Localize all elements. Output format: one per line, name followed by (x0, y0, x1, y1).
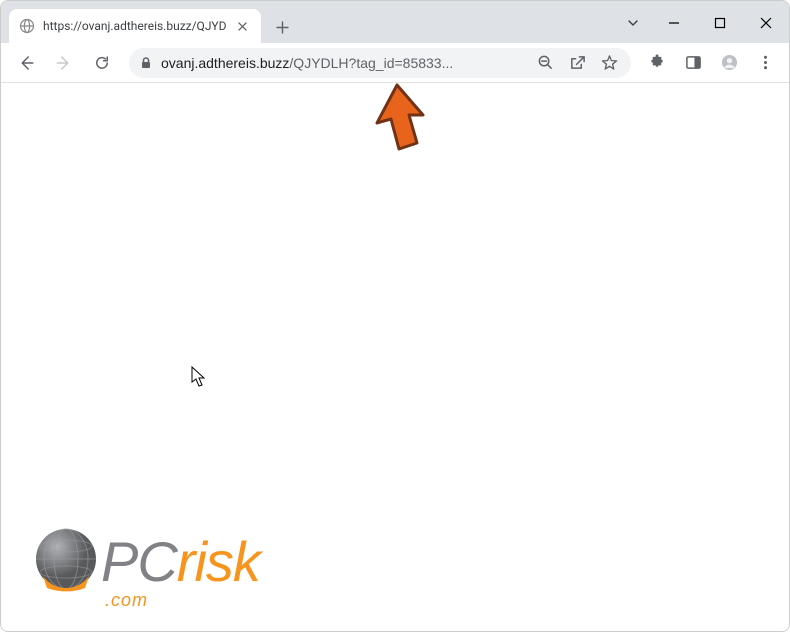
zoom-icon[interactable] (533, 51, 557, 75)
minimize-button[interactable] (651, 7, 697, 39)
close-tab-button[interactable] (235, 18, 251, 34)
side-panel-button[interactable] (677, 47, 709, 79)
globe-icon (19, 18, 35, 34)
new-tab-button[interactable] (269, 13, 297, 41)
bookmark-star-icon[interactable] (597, 51, 621, 75)
lock-icon[interactable] (139, 56, 153, 70)
address-bar[interactable]: ovanj.adthereis.buzz/QJYDLH?tag_id=85833… (129, 48, 631, 78)
titlebar: https://ovanj.adthereis.buzz/QJYD (1, 1, 789, 43)
active-tab[interactable]: https://ovanj.adthereis.buzz/QJYD (9, 9, 261, 43)
maximize-button[interactable] (697, 7, 743, 39)
back-button[interactable] (9, 47, 43, 79)
tab-title: https://ovanj.adthereis.buzz/QJYD (43, 19, 227, 33)
window-controls (615, 1, 789, 43)
toolbar: ovanj.adthereis.buzz/QJYDLH?tag_id=85833… (1, 43, 789, 83)
tab-strip: https://ovanj.adthereis.buzz/QJYD (1, 1, 615, 43)
browser-window: https://ovanj.adthereis.buzz/QJYD (0, 0, 790, 632)
close-window-button[interactable] (743, 7, 789, 39)
tab-search-button[interactable] (615, 7, 651, 39)
extensions-button[interactable] (641, 47, 673, 79)
profile-button[interactable] (713, 47, 745, 79)
reload-button[interactable] (85, 47, 119, 79)
page-content (1, 83, 789, 631)
url-text: ovanj.adthereis.buzz/QJYDLH?tag_id=85833… (161, 55, 525, 71)
url-path: /QJYDLH?tag_id=85833... (289, 55, 453, 71)
menu-button[interactable] (749, 47, 781, 79)
url-domain: ovanj.adthereis.buzz (161, 55, 289, 71)
share-icon[interactable] (565, 51, 589, 75)
forward-button[interactable] (47, 47, 81, 79)
